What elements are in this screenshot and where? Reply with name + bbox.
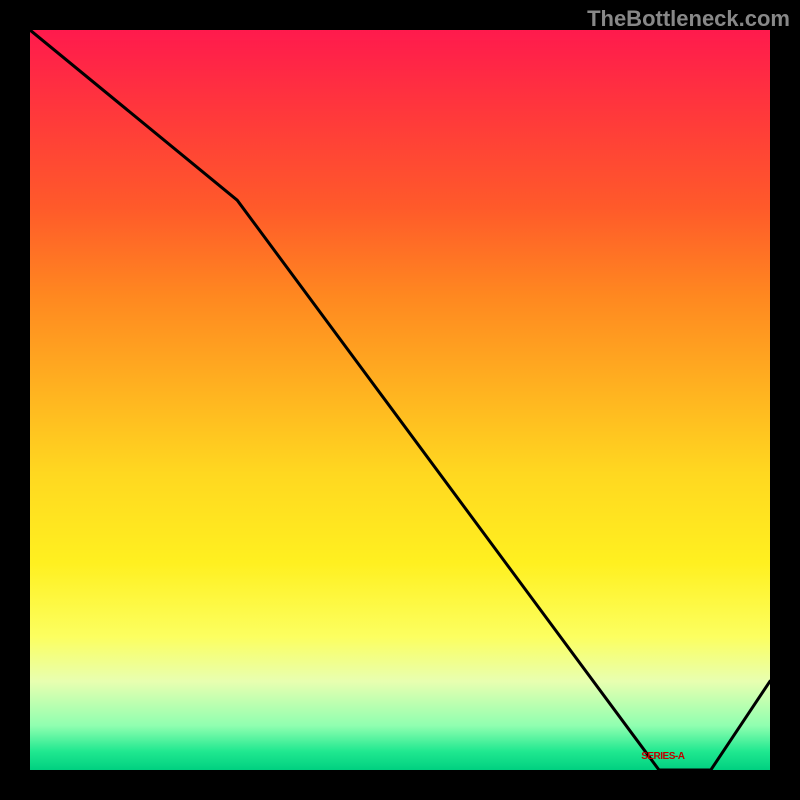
series-label: SERIES-A: [641, 751, 684, 762]
watermark-text: TheBottleneck.com: [587, 6, 790, 32]
chart-plot-area: SERIES-A: [30, 30, 770, 770]
chart-line-svg: [30, 30, 770, 770]
bottleneck-curve-path: [30, 30, 770, 770]
